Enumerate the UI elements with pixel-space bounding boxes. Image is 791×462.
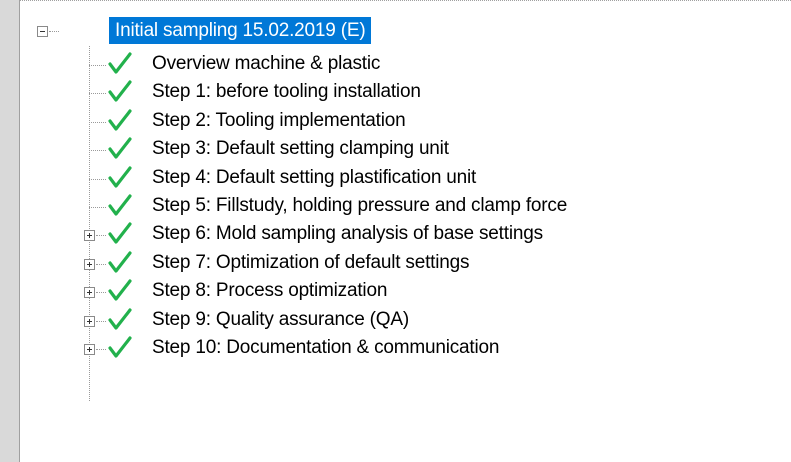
tree-item[interactable]: Step 4: Default setting plastification u… — [20, 164, 791, 193]
tree-item-label[interactable]: Step 2: Tooling implementation — [152, 110, 406, 132]
tree-item-label[interactable]: Step 10: Documentation & communication — [152, 337, 499, 359]
tree-connector — [89, 150, 106, 152]
tree-connector — [49, 31, 59, 32]
tree-item[interactable]: Step 7: Optimization of default settings — [20, 249, 791, 278]
check-icon — [108, 109, 132, 131]
tree-root-label[interactable]: Initial sampling 15.02.2019 (E) — [109, 17, 372, 44]
tree-connector — [96, 320, 106, 322]
tree-connector — [96, 235, 106, 237]
tree-item[interactable]: Step 8: Process optimization — [20, 277, 791, 306]
tree-item[interactable]: Step 2: Tooling implementation — [20, 107, 791, 136]
tree-connector — [96, 263, 106, 265]
tree-item[interactable]: Step 1: before tooling installation — [20, 78, 791, 107]
tree-connector — [89, 207, 106, 208]
collapse-icon[interactable] — [37, 26, 48, 37]
check-icon — [108, 80, 132, 102]
check-icon — [108, 194, 132, 216]
tree-item[interactable]: Step 10: Documentation & communication — [20, 334, 791, 363]
expand-icon[interactable] — [84, 287, 95, 299]
tree-item-label[interactable]: Step 4: Default setting plastification u… — [152, 167, 476, 189]
tree-connector — [96, 349, 106, 350]
tree-connector — [89, 65, 106, 66]
check-icon — [108, 279, 132, 301]
check-icon — [108, 251, 132, 273]
tree-connector — [89, 178, 106, 180]
tree-item-label[interactable]: Step 1: before tooling installation — [152, 81, 421, 103]
tree-item-label[interactable]: Step 6: Mold sampling analysis of base s… — [152, 223, 543, 245]
tree-connector — [89, 93, 106, 95]
tree-item-label[interactable]: Step 7: Optimization of default settings — [152, 252, 469, 274]
expand-icon[interactable] — [84, 230, 95, 242]
tree-root-node[interactable]: Initial sampling 15.02.2019 (E) — [20, 0, 791, 44]
tree-item[interactable]: Overview machine & plastic — [20, 50, 791, 79]
check-icon — [108, 137, 132, 159]
tree-item[interactable]: Step 6: Mold sampling analysis of base s… — [20, 220, 791, 249]
tree-connector — [89, 121, 106, 123]
left-panel-border — [0, 0, 20, 462]
tree-item-label[interactable]: Step 3: Default setting clamping unit — [152, 138, 449, 160]
tree-connector — [96, 292, 106, 294]
tree-item[interactable]: Step 3: Default setting clamping unit — [20, 135, 791, 164]
check-icon — [108, 52, 132, 74]
check-icon — [108, 222, 132, 244]
expand-icon[interactable] — [84, 315, 95, 327]
tree-item-label[interactable]: Step 8: Process optimization — [152, 280, 387, 302]
check-icon — [108, 336, 132, 358]
tree-item-label[interactable]: Step 5: Fillstudy, holding pressure and … — [152, 195, 567, 217]
expand-icon[interactable] — [84, 258, 95, 270]
tree-item-label[interactable]: Overview machine & plastic — [152, 53, 380, 75]
check-icon — [108, 307, 132, 330]
check-icon — [108, 165, 132, 188]
tree-view[interactable]: Initial sampling 15.02.2019 (E) Overview… — [20, 0, 791, 462]
tree-item[interactable]: Step 9: Quality assurance (QA) — [20, 306, 791, 335]
tree-item-label[interactable]: Step 9: Quality assurance (QA) — [152, 309, 409, 331]
expand-icon[interactable] — [84, 344, 95, 355]
tree-item[interactable]: Step 5: Fillstudy, holding pressure and … — [20, 192, 791, 221]
